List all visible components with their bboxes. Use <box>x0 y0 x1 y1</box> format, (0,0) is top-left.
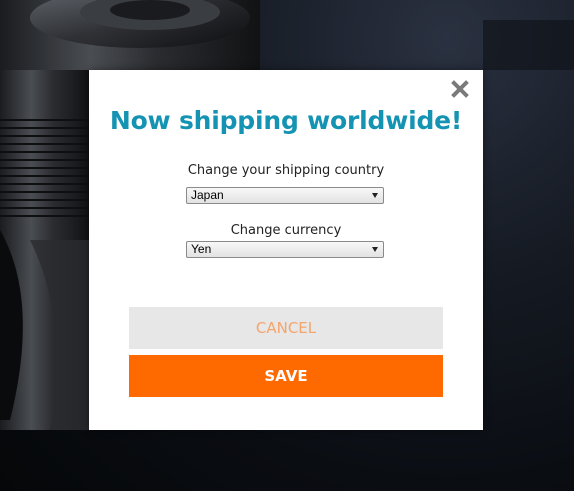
cancel-button[interactable]: CANCEL <box>129 307 443 349</box>
chevron-down-icon <box>372 247 378 252</box>
save-button[interactable]: SAVE <box>129 355 443 397</box>
country-select-value: Japan <box>191 188 224 202</box>
close-icon[interactable] <box>451 80 469 98</box>
currency-label: Change currency <box>230 223 342 238</box>
country-select[interactable]: Japan <box>186 187 384 204</box>
shipping-modal: Now shipping worldwide! Change your ship… <box>89 70 483 430</box>
country-label: Change your shipping country <box>187 163 385 178</box>
chevron-down-icon <box>372 193 378 198</box>
currency-select-value: Yen <box>191 242 212 256</box>
currency-select[interactable]: Yen <box>186 241 384 258</box>
modal-title: Now shipping worldwide! <box>109 106 463 135</box>
